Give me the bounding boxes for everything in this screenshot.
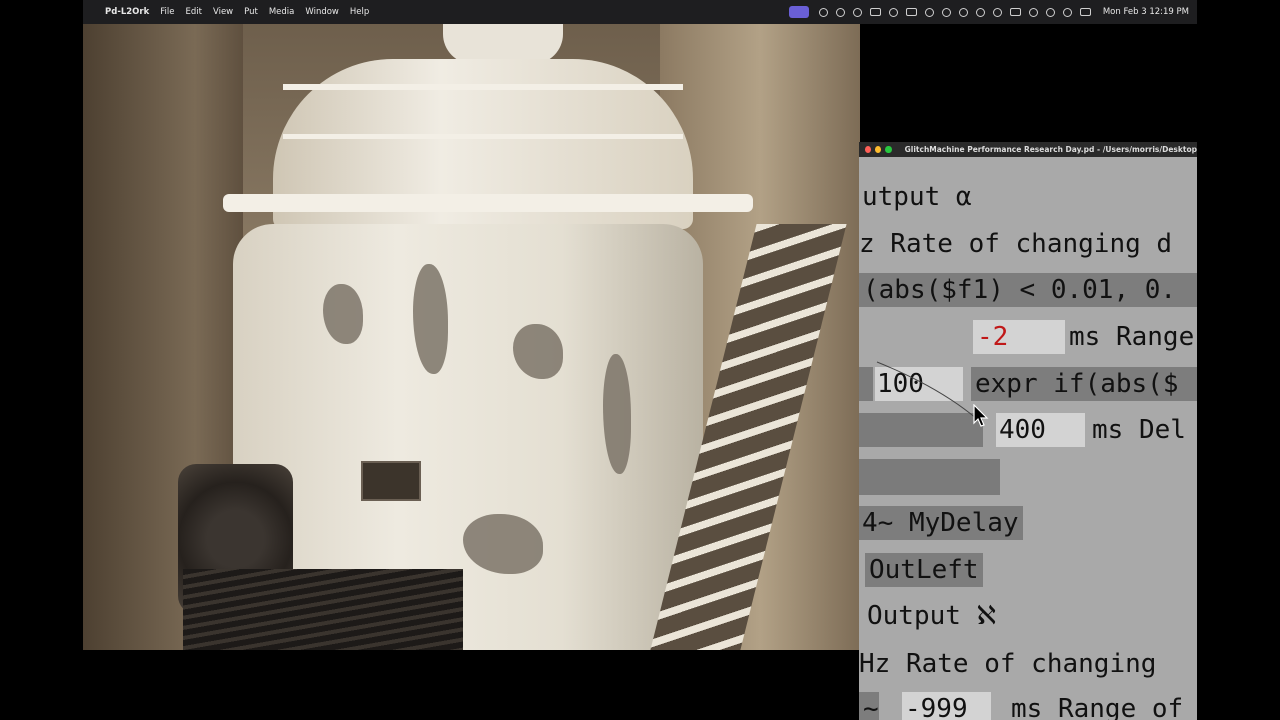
menu-put[interactable]: Put — [244, 7, 258, 17]
app-menu-pd-l2ork[interactable]: Pd-L2Ork — [105, 7, 149, 17]
spotlight-icon[interactable] — [1062, 7, 1072, 17]
screen-recording-icon[interactable] — [788, 6, 809, 18]
photo-nameplate — [361, 461, 421, 501]
status-icon-5[interactable] — [888, 7, 898, 17]
menu-file[interactable]: File — [160, 7, 174, 17]
photo-pipe — [443, 24, 563, 64]
cloud-icon[interactable] — [905, 8, 917, 16]
status-icon-6[interactable] — [924, 7, 934, 17]
menu-bar: Pd-L2Ork File Edit View Put Media Window… — [83, 0, 1197, 24]
pd-patch-window[interactable]: GlitchMachine Performance Research Day.p… — [859, 142, 1197, 720]
status-icon-4[interactable] — [869, 8, 881, 16]
photo-cables — [183, 569, 463, 650]
pd-canvas[interactable]: utput α z Rate of changing d (abs($f1) <… — [859, 157, 1197, 720]
control-center-icon[interactable] — [1079, 8, 1091, 16]
status-area: Mon Feb 3 12:19 PM — [788, 0, 1189, 24]
patch-cord — [876, 361, 978, 420]
photo-platform — [223, 194, 753, 212]
minimize-window-icon[interactable] — [875, 146, 882, 153]
menu-window[interactable]: Window — [305, 7, 339, 17]
zoom-window-icon[interactable] — [885, 146, 892, 153]
status-icon-10[interactable] — [1028, 7, 1038, 17]
photo-railing-mid — [283, 134, 683, 139]
status-icon-8[interactable] — [975, 7, 985, 17]
window-titlebar[interactable]: GlitchMachine Performance Research Day.p… — [859, 142, 1197, 157]
status-icon-7[interactable] — [941, 7, 951, 17]
wifi-icon[interactable] — [1045, 7, 1055, 17]
battery-icon[interactable] — [1009, 8, 1021, 16]
menubar-clock[interactable]: Mon Feb 3 12:19 PM — [1103, 7, 1189, 17]
status-icon-2[interactable] — [835, 7, 845, 17]
menu-media[interactable]: Media — [269, 7, 295, 17]
close-window-icon[interactable] — [865, 146, 872, 153]
menu-help[interactable]: Help — [350, 7, 369, 17]
status-icon-1[interactable] — [818, 7, 828, 17]
photo-railing — [283, 84, 683, 90]
status-icon-3[interactable] — [852, 7, 862, 17]
moon-icon[interactable] — [958, 7, 968, 17]
menu-edit[interactable]: Edit — [185, 7, 201, 17]
window-title: GlitchMachine Performance Research Day.p… — [904, 145, 1197, 154]
menu-view[interactable]: View — [213, 7, 233, 17]
background-photo — [83, 24, 860, 650]
status-icon-9[interactable] — [992, 7, 1002, 17]
